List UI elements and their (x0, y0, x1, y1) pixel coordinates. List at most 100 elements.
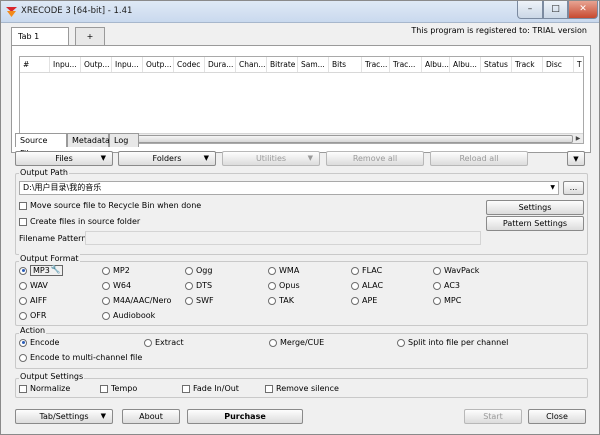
format-flac-radio[interactable]: FLAC (351, 266, 382, 275)
checkbox-box (100, 384, 108, 393)
action-extract-radio[interactable]: Extract (144, 338, 184, 347)
remove-all-button[interactable]: Remove all (326, 151, 424, 166)
radio-dot (351, 296, 359, 305)
reload-all-button[interactable]: Reload all (430, 151, 528, 166)
about-button[interactable]: About (122, 409, 180, 424)
utilities-button[interactable]: Utilities ▼ (222, 151, 320, 166)
format-wav-radio[interactable]: WAV (19, 281, 48, 290)
pattern-settings-button[interactable]: Pattern Settings (486, 216, 584, 231)
create-in-source-checkbox[interactable]: Create files in source folder (19, 217, 140, 226)
maximize-button[interactable]: □ (543, 1, 568, 19)
fade-checkbox[interactable]: Fade In/Out (182, 384, 239, 393)
close-window-button[interactable]: ✕ (568, 1, 598, 19)
add-tab-button[interactable]: + (75, 27, 105, 45)
format-opus-radio[interactable]: Opus (268, 281, 300, 290)
col-output-2[interactable]: Outp... (143, 57, 174, 72)
more-options-button[interactable]: ▼ (567, 151, 585, 166)
format-mpc-label: MPC (444, 296, 462, 305)
tempo-checkbox[interactable]: Tempo (100, 384, 137, 393)
col-duration[interactable]: Dura... (205, 57, 236, 72)
format-mpc-radio[interactable]: MPC (433, 296, 461, 305)
col-input-2[interactable]: Inpu... (112, 57, 143, 72)
format-tak-label: TAK (279, 296, 294, 305)
col-track-1[interactable]: Trac... (362, 57, 390, 72)
browse-button[interactable]: ... (563, 181, 584, 195)
tempo-label: Tempo (111, 384, 138, 393)
file-grid[interactable]: # Inpu... Outp... Inpu... Outp... Codec … (19, 56, 584, 144)
col-input[interactable]: Inpu... (50, 57, 81, 72)
radio-dot (185, 281, 193, 290)
col-output[interactable]: Outp... (81, 57, 112, 72)
format-ape-radio[interactable]: APE (351, 296, 377, 305)
action-merge-radio[interactable]: Merge/CUE (269, 338, 324, 347)
start-button[interactable]: Start (464, 409, 522, 424)
col-bitrate[interactable]: Bitrate (267, 57, 298, 72)
col-track-2[interactable]: Trac... (390, 57, 422, 72)
title-bar[interactable]: XRECODE 3 [64-bit] - 1.41 – □ ✕ (1, 1, 599, 23)
format-wma-radio[interactable]: WMA (268, 266, 299, 275)
format-ogg-radio[interactable]: Ogg (185, 266, 212, 275)
chevron-down-icon: ▼ (573, 155, 579, 163)
radio-dot (102, 281, 110, 290)
scroll-right-icon[interactable]: ▶ (573, 134, 583, 144)
purchase-button[interactable]: Purchase (187, 409, 303, 424)
tab-log[interactable]: Log (109, 133, 139, 147)
format-w64-radio[interactable]: W64 (102, 281, 131, 290)
format-swf-radio[interactable]: SWF (185, 296, 214, 305)
normalize-label: Normalize (30, 384, 71, 393)
col-channels[interactable]: Chan... (236, 57, 267, 72)
chevron-down-icon[interactable]: ▼ (550, 182, 555, 194)
format-mp3-radio[interactable]: MP3 🔧 (19, 265, 63, 276)
tab-1[interactable]: Tab 1 (11, 27, 69, 46)
action-split-radio[interactable]: Split into file per channel (397, 338, 508, 347)
format-mp2-radio[interactable]: MP2 (102, 266, 130, 275)
action-encode-radio[interactable]: Encode (19, 338, 59, 347)
format-m4a-radio[interactable]: M4A/AAC/Nero (102, 296, 171, 305)
col-samplerate[interactable]: Sam... (298, 57, 329, 72)
tab-metadata[interactable]: Metadata (67, 133, 110, 147)
format-aiff-radio[interactable]: AIFF (19, 296, 47, 305)
remove-silence-label: Remove silence (276, 384, 339, 393)
col-status[interactable]: Status (481, 57, 512, 72)
tab-source-files[interactable]: Source Files (15, 133, 67, 158)
format-alac-radio[interactable]: ALAC (351, 281, 383, 290)
col-t[interactable]: T (574, 57, 583, 72)
output-path-input[interactable]: D:\用户目录\我的音乐 ▼ (19, 181, 559, 195)
remove-silence-checkbox[interactable]: Remove silence (265, 384, 339, 393)
chevron-down-icon: ▼ (307, 154, 313, 162)
minimize-button[interactable]: – (517, 1, 543, 19)
normalize-checkbox[interactable]: Normalize (19, 384, 70, 393)
grid-header: # Inpu... Outp... Inpu... Outp... Codec … (20, 57, 583, 73)
output-path-value: D:\用户目录\我的音乐 (23, 183, 102, 192)
col-disc[interactable]: Disc (543, 57, 574, 72)
files-button[interactable]: Files ▼ (15, 151, 113, 166)
radio-dot (351, 266, 359, 275)
settings-button[interactable]: Settings (486, 200, 584, 215)
format-tak-radio[interactable]: TAK (268, 296, 294, 305)
format-swf-label: SWF (196, 296, 214, 305)
col-number[interactable]: # (20, 57, 50, 72)
close-button[interactable]: Close (528, 409, 586, 424)
col-album-2[interactable]: Albu... (450, 57, 481, 72)
format-dts-radio[interactable]: DTS (185, 281, 212, 290)
format-wavpack-radio[interactable]: WavPack (433, 266, 479, 275)
col-track[interactable]: Track (512, 57, 543, 72)
filename-pattern-label: Filename Pattern: (19, 234, 90, 243)
col-codec[interactable]: Codec (174, 57, 205, 72)
format-ofr-radio[interactable]: OFR (19, 311, 46, 320)
chevron-down-icon: ▼ (100, 154, 106, 162)
wrench-icon[interactable]: 🔧 (51, 265, 61, 274)
format-ogg-label: Ogg (196, 266, 213, 275)
move-to-recycle-checkbox[interactable]: Move source file to Recycle Bin when don… (19, 201, 201, 210)
col-album-1[interactable]: Albu... (422, 57, 450, 72)
action-multichannel-radio[interactable]: Encode to multi-channel file (19, 353, 142, 362)
tab-settings-button[interactable]: Tab/Settings ▼ (15, 409, 113, 424)
filename-pattern-input[interactable] (85, 231, 481, 245)
col-bits[interactable]: Bits (329, 57, 362, 72)
format-audiobook-radio[interactable]: Audiobook (102, 311, 155, 320)
radio-dot (19, 281, 27, 290)
action-split-label: Split into file per channel (408, 338, 509, 347)
folders-button[interactable]: Folders ▼ (118, 151, 216, 166)
action-extract-label: Extract (155, 338, 184, 347)
format-ac3-radio[interactable]: AC3 (433, 281, 460, 290)
